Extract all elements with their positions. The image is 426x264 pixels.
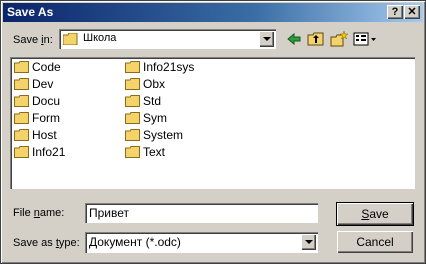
save-as-dialog: Save As ? ✕ Save in: Школа Code Dev Docu… xyxy=(0,0,426,264)
title-bar[interactable]: Save As ? ✕ xyxy=(3,3,423,22)
save-as-type-dropdown[interactable]: Документ (*.odc) xyxy=(85,232,318,253)
help-button[interactable]: ? xyxy=(387,5,403,19)
folder-icon xyxy=(14,129,29,141)
new-folder-icon[interactable] xyxy=(330,30,348,48)
folder-icon xyxy=(14,146,29,158)
folder-icon xyxy=(125,146,140,158)
view-menu-icon[interactable] xyxy=(353,30,377,48)
save-in-arrow[interactable] xyxy=(259,31,274,47)
folder-icon xyxy=(14,61,29,73)
folder-icon xyxy=(14,78,29,90)
folder-icon xyxy=(125,61,140,73)
file-name-value: Привет xyxy=(89,206,130,220)
folder-icon xyxy=(125,95,140,107)
file-name-label: File name: xyxy=(13,207,65,219)
save-as-type-label: Save as type: xyxy=(13,237,80,249)
folder-icon xyxy=(125,129,140,141)
up-folder-icon[interactable] xyxy=(307,30,325,48)
file-list[interactable]: Code Dev Docu Form Host Info21 Info21sys xyxy=(10,57,415,189)
save-in-label: Save in: xyxy=(13,34,53,46)
dialog-title: Save As xyxy=(7,5,54,19)
file-name-field[interactable]: Привет xyxy=(85,203,318,223)
back-icon[interactable] xyxy=(285,30,303,48)
folder-icon xyxy=(14,95,29,107)
folder-icon xyxy=(125,78,140,90)
folder-icon xyxy=(63,33,78,45)
save-in-value: Школа xyxy=(83,32,117,44)
save-in-dropdown[interactable]: Школа xyxy=(59,29,276,49)
folder-icon xyxy=(125,112,140,124)
close-button[interactable]: ✕ xyxy=(404,5,420,19)
save-button[interactable]: Save xyxy=(336,202,414,226)
cancel-button[interactable]: Cancel xyxy=(337,231,413,253)
folder-icon xyxy=(14,112,29,124)
save-as-type-arrow[interactable] xyxy=(301,234,316,250)
save-as-type-value: Документ (*.odc) xyxy=(89,235,181,249)
